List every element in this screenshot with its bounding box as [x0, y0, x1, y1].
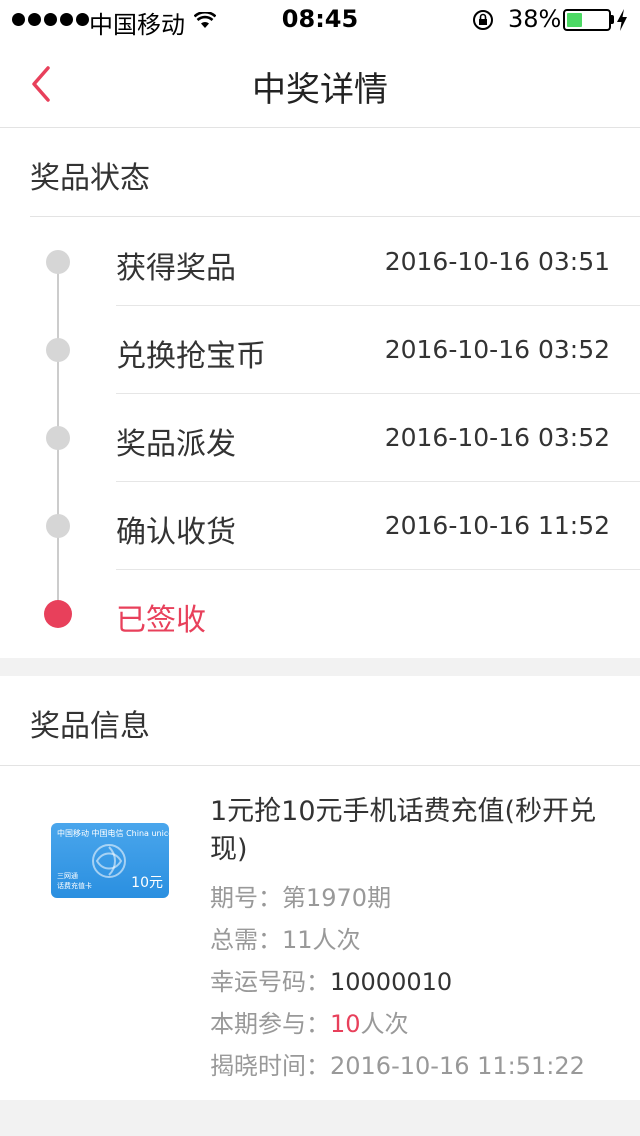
period-label: 期号：	[210, 884, 282, 912]
prize-status-card: 奖品状态 获得奖品 2016-10-16 03:51 兑换抢宝币 2016-10…	[0, 128, 640, 658]
timeline-dot	[46, 426, 70, 450]
card-logos: 中国移动 中国电信 China unicom中国联通	[57, 829, 169, 838]
section-title-info: 奖品信息	[30, 709, 150, 744]
battery-percent: 38%	[508, 5, 562, 33]
timeline-step: 确认收货 2016-10-16 11:52	[0, 482, 640, 570]
step-label: 获得奖品	[116, 251, 236, 286]
step-time: 2016-10-16 03:52	[384, 423, 610, 452]
card-subtitle-line: 话费充值卡	[57, 882, 92, 890]
reveal-time-value: 2016-10-16 11:51:22	[330, 1052, 585, 1080]
participation-count: 10	[330, 1010, 361, 1038]
unicom-logo-icon	[92, 844, 126, 878]
lucky-number-label: 幸运号码：	[210, 968, 330, 996]
top-bar: 中国移动 08:45 38% 中奖详情	[0, 0, 640, 128]
step-time: 2016-10-16 11:52	[384, 511, 610, 540]
step-label: 确认收货	[116, 515, 236, 550]
timeline-step-current: 已签收	[0, 570, 640, 658]
participation-unit: 人次	[360, 1010, 409, 1038]
step-label: 兑换抢宝币	[116, 339, 266, 374]
status-bar: 中国移动 08:45 38%	[0, 0, 640, 40]
card-subtitle: 三网通 话费充值卡	[57, 871, 92, 891]
timeline-dot-active	[44, 600, 72, 628]
battery-level	[567, 13, 583, 27]
battery-icon	[563, 9, 611, 31]
step-time: 2016-10-16 03:52	[384, 335, 610, 364]
participation-row: 本期参与：10人次	[210, 1004, 409, 1039]
prize-info-card: 奖品信息 中国移动 中国电信 China unicom中国联通 三网通 话费充值…	[0, 676, 640, 1100]
section-title-status: 奖品状态	[30, 161, 150, 196]
period-value: 第1970期	[282, 884, 392, 912]
total-needed-label: 总需：	[210, 926, 282, 954]
card-value: 10元	[131, 875, 163, 891]
timeline-dot	[46, 338, 70, 362]
battery-tip	[611, 15, 614, 24]
reveal-time-row: 揭晓时间：2016-10-16 11:51:22	[210, 1046, 585, 1081]
participation-label: 本期参与：	[210, 1010, 330, 1038]
step-label: 奖品派发	[116, 427, 236, 462]
navigation-bar: 中奖详情	[0, 40, 640, 128]
step-time: 2016-10-16 03:51	[384, 247, 610, 276]
timeline-step: 奖品派发 2016-10-16 03:52	[0, 394, 640, 482]
timeline-step: 获得奖品 2016-10-16 03:51	[0, 218, 640, 306]
charging-icon	[616, 9, 628, 37]
total-needed-value: 11人次	[282, 926, 361, 954]
total-needed-row: 总需：11人次	[210, 920, 361, 955]
divider	[0, 765, 640, 766]
lucky-number-row: 幸运号码：10000010	[210, 962, 452, 997]
timeline-dot	[46, 250, 70, 274]
timeline-step: 兑换抢宝币 2016-10-16 03:52	[0, 306, 640, 394]
lucky-number-value: 10000010	[330, 968, 453, 996]
page-title: 中奖详情	[252, 70, 388, 110]
timeline-dot	[46, 514, 70, 538]
divider	[30, 216, 640, 217]
orientation-lock-icon	[471, 9, 495, 37]
card-subtitle-line: 三网通	[57, 872, 78, 880]
prize-image: 中国移动 中国电信 China unicom中国联通 三网通 话费充值卡 10元	[51, 823, 169, 898]
step-label-current: 已签收	[116, 603, 206, 638]
period-row: 期号：第1970期	[210, 878, 391, 913]
reveal-time-label: 揭晓时间：	[210, 1052, 330, 1080]
prize-name: 1元抢10元手机话费充值(秒开兑现)	[210, 796, 597, 865]
